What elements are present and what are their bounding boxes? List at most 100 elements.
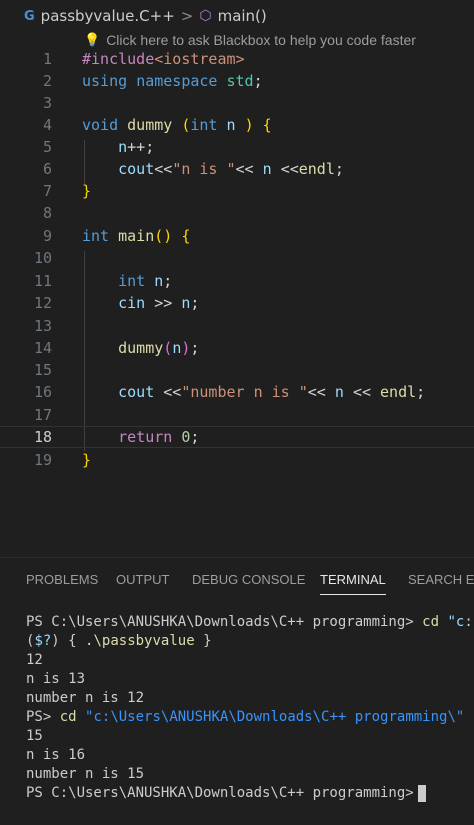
token: <iostream> (154, 50, 245, 68)
panel-tabs: PROBLEMS OUTPUT DEBUG CONSOLE TERMINAL S… (0, 566, 474, 596)
chevron-right-icon: > (180, 7, 194, 25)
token: << (280, 160, 299, 178)
line-number: 18 (33, 428, 52, 446)
terminal-prompt: PS C:\Users\ANUSHKA\Downloads\C++ progra… (26, 614, 414, 630)
code-line: 16 cout <<"number n is "<< n << endl; (0, 381, 474, 403)
code-line-active: 18 return 0; (0, 426, 474, 448)
token: n (262, 160, 272, 178)
terminal-output: 12 (26, 652, 43, 668)
terminal-prompt: PS C:\Users\ANUSHKA\Downloads\C++ progra… (26, 785, 414, 801)
tab-search-error[interactable]: SEARCH ER (408, 572, 474, 587)
code-text: int n; (82, 272, 172, 290)
token: n (172, 339, 182, 357)
token: ) (244, 116, 254, 134)
token: dummy (127, 116, 173, 134)
code-line: 6 cout<<"n is "<< n <<endl; (0, 158, 474, 180)
token: "n is " (172, 160, 236, 178)
terminal-output: n is 13 (26, 671, 86, 687)
code-text: return 0; (82, 428, 199, 446)
line-number: 3 (42, 94, 52, 112)
code-text: #include<iostream> (82, 50, 245, 68)
line-number: 5 (42, 138, 52, 156)
code-text: int main() { (82, 227, 190, 245)
token: #include (82, 50, 155, 68)
code-line: 14 dummy(n); (0, 337, 474, 359)
token: int (118, 272, 146, 290)
code-line: 3 (0, 92, 474, 114)
code-line: 11 int n; (0, 270, 474, 292)
code-line: 15 (0, 359, 474, 381)
token: n (154, 272, 164, 290)
code-line: 5 n++; (0, 136, 474, 158)
hint-text: Click here to ask Blackbox to help you c… (106, 32, 416, 48)
code-line: 7 } (0, 180, 474, 202)
code-line: 4 void dummy (int n ) { (0, 114, 474, 136)
terminal-argument: "c: (447, 614, 473, 630)
token: n (334, 383, 344, 401)
code-editor[interactable]: 💡 Click here to ask Blackbox to help you… (0, 30, 474, 480)
tab-output[interactable]: OUTPUT (116, 572, 169, 587)
code-line: 12 cin >> n; (0, 292, 474, 314)
breadcrumb: G passbyvalue.C++ > ⬡ main() (0, 0, 474, 32)
token: << (352, 383, 371, 401)
token: int (82, 227, 110, 245)
code-text: } (82, 451, 91, 469)
token: using (82, 72, 128, 90)
token: namespace (136, 72, 218, 90)
token: std (226, 72, 254, 90)
token: { (68, 633, 77, 649)
token: << (163, 383, 182, 401)
line-number: 6 (42, 160, 52, 178)
line-number: 9 (42, 227, 52, 245)
terminal-line: ($?) { .\passbyvalue } (26, 631, 212, 651)
code-line: 9 int main() { (0, 225, 474, 247)
line-number: 11 (33, 272, 52, 290)
line-number: 12 (33, 294, 52, 312)
cpp-file-icon: G (24, 8, 35, 24)
token: } (82, 182, 92, 200)
cube-icon: ⬡ (199, 8, 212, 24)
code-line: 17 (0, 404, 474, 426)
line-number: 15 (33, 361, 52, 379)
breadcrumb-symbol[interactable]: main() (218, 7, 267, 25)
line-number: 8 (42, 204, 52, 222)
terminal-cursor (417, 784, 426, 802)
terminal-output: number n is 12 (26, 690, 145, 706)
token: ) (51, 633, 60, 649)
code-line: 13 (0, 315, 474, 337)
token: ; (163, 272, 173, 290)
line-number: 14 (33, 339, 52, 357)
token: void (82, 116, 119, 134)
line-number: 13 (33, 317, 52, 335)
tab-terminal[interactable]: TERMINAL (320, 572, 386, 595)
code-line: 2 using namespace std; (0, 70, 474, 92)
token: cin (118, 294, 146, 312)
token: { (181, 227, 191, 245)
line-number: 1 (42, 50, 52, 68)
token: ; (190, 428, 200, 446)
token: "number n is " (181, 383, 308, 401)
code-line: 19 } (0, 449, 474, 471)
breadcrumb-file[interactable]: passbyvalue.C++ (41, 7, 175, 25)
line-number: 4 (42, 116, 52, 134)
line-number: 2 (42, 72, 52, 90)
line-number: 19 (33, 451, 52, 469)
token: ; (334, 160, 344, 178)
token: ; (253, 72, 263, 90)
token: dummy (118, 339, 164, 357)
token: << (154, 160, 173, 178)
token: >> (154, 294, 173, 312)
token: cout (118, 160, 155, 178)
token: int (190, 116, 218, 134)
code-text: n++; (82, 138, 154, 156)
token: ; (190, 339, 200, 357)
token: << (307, 383, 326, 401)
token: ; (190, 294, 200, 312)
tab-debug-console[interactable]: DEBUG CONSOLE (192, 572, 305, 587)
line-number: 10 (33, 249, 52, 267)
tab-problems[interactable]: PROBLEMS (26, 572, 98, 587)
token: << (235, 160, 254, 178)
terminal[interactable]: PS C:\Users\ANUSHKA\Downloads\C++ progra… (0, 610, 474, 825)
blackbox-hint[interactable]: 💡 Click here to ask Blackbox to help you… (84, 30, 416, 50)
token: return (118, 428, 173, 446)
